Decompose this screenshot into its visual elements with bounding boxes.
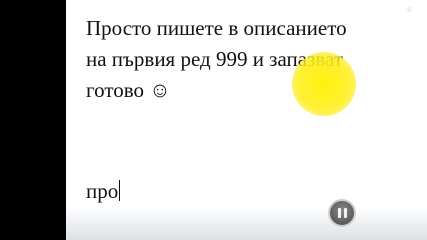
bottom-fade	[66, 206, 427, 240]
typing-field[interactable]: про	[86, 179, 121, 204]
pause-button[interactable]	[328, 199, 356, 227]
video-frame: Просто пишете в описанието на първия ред…	[0, 0, 427, 240]
document-page: Просто пишете в описанието на първия ред…	[66, 0, 427, 240]
cursor-highlight	[292, 52, 356, 116]
text-caret	[119, 180, 121, 201]
typed-text: про	[86, 179, 119, 203]
text-line-3: готово ☺	[86, 78, 171, 102]
text-line-1: Просто пишете в описанието	[86, 16, 347, 40]
hd-watermark: ᴴᴰ	[406, 8, 413, 15]
pause-icon	[338, 208, 341, 218]
